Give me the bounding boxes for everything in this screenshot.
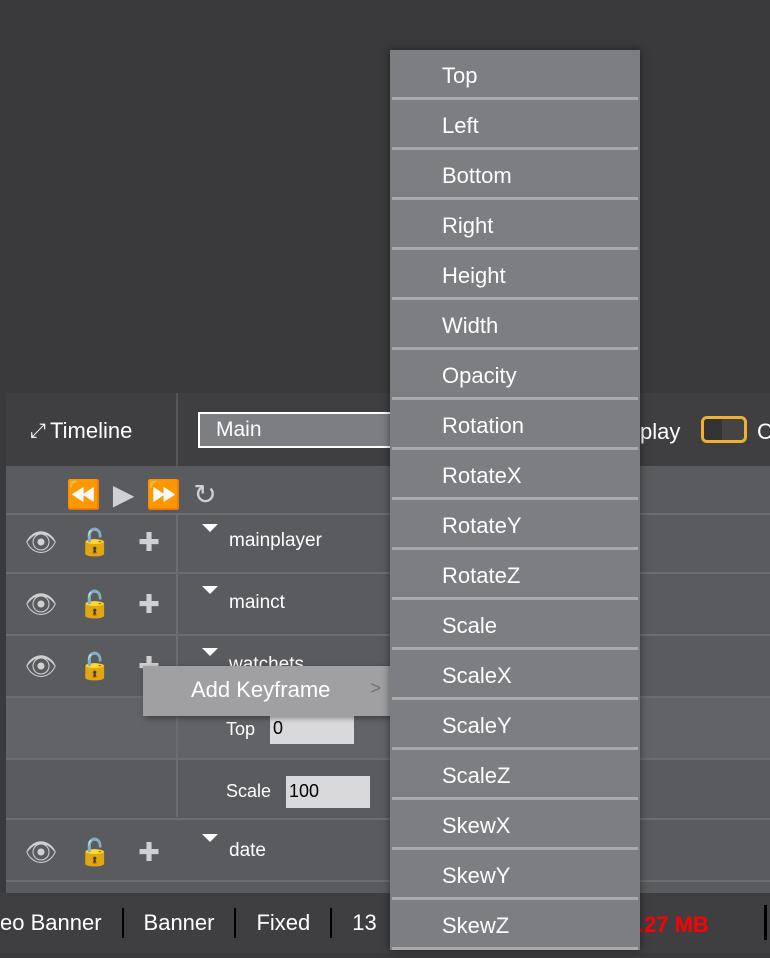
submenu-item-right[interactable]: Right: [392, 200, 638, 250]
scale-input[interactable]: 100: [286, 776, 370, 808]
expand-icon[interactable]: ⤢: [30, 420, 46, 443]
layer-name[interactable]: date: [229, 840, 266, 862]
unlock-icon[interactable]: 🔓: [78, 527, 112, 558]
divider: [764, 905, 767, 940]
plus-icon[interactable]: ✚: [132, 589, 166, 620]
submenu-item-top[interactable]: Top: [392, 50, 638, 100]
property-label: Top: [226, 719, 256, 739]
plus-icon[interactable]: ✚: [132, 527, 166, 558]
submenu-item-scalez[interactable]: ScaleZ: [392, 750, 638, 800]
layer-controls: 👁 🔓 ✚: [24, 527, 166, 558]
unlock-icon[interactable]: 🔓: [78, 651, 112, 682]
submenu-item-skewy[interactable]: SkewY: [392, 850, 638, 900]
submenu-item-skewx[interactable]: SkewX: [392, 800, 638, 850]
keyframe-property-submenu: Top Left Bottom Right Height Width Opacity Rota…: [390, 50, 640, 950]
display-label: play: [640, 419, 681, 444]
layer-name[interactable]: mainplayer: [229, 530, 322, 552]
submenu-item-skewz[interactable]: SkewZ: [392, 900, 638, 950]
layer-controls: 👁 🔓 ✚: [24, 589, 166, 620]
fast-forward-icon[interactable]: ⏩: [146, 478, 181, 511]
eye-icon[interactable]: 👁: [24, 837, 58, 868]
unlock-icon[interactable]: 🔓: [78, 837, 112, 868]
layer-controls: 👁 🔓 ✚: [24, 837, 166, 868]
layer-name[interactable]: mainct: [229, 592, 285, 614]
submenu-item-rotatez[interactable]: RotateZ: [392, 550, 638, 600]
submenu-item-scaley[interactable]: ScaleY: [392, 700, 638, 750]
playback-controls: ⏪ ▶ ⏩ ↻: [66, 478, 217, 511]
layer-name[interactable]: watchets: [229, 654, 304, 666]
submenu-item-rotatex[interactable]: RotateX: [392, 450, 638, 500]
submenu-arrow-icon: >: [370, 678, 381, 698]
submenu-item-width[interactable]: Width: [392, 300, 638, 350]
divider: [176, 393, 178, 466]
collapse-triangle-icon[interactable]: [202, 524, 218, 532]
rewind-icon[interactable]: ⏪: [66, 478, 101, 511]
status-item: eo Banner: [0, 910, 102, 935]
play-icon[interactable]: ▶: [113, 478, 135, 511]
display-toggle[interactable]: [701, 416, 747, 443]
submenu-item-rotatey[interactable]: RotateY: [392, 500, 638, 550]
property-label: Scale: [226, 781, 272, 801]
eye-icon[interactable]: 👁: [24, 651, 58, 682]
c-label: C: [757, 419, 770, 444]
eye-icon[interactable]: 👁: [24, 527, 58, 558]
collapse-triangle-icon[interactable]: [202, 834, 218, 842]
plus-icon[interactable]: ✚: [132, 837, 166, 868]
collapse-triangle-icon[interactable]: [202, 648, 218, 656]
scene-select[interactable]: Main: [198, 412, 398, 448]
submenu-item-left[interactable]: Left: [392, 100, 638, 150]
context-menu-add-keyframe[interactable]: Add Keyframe >: [143, 666, 393, 716]
top-input[interactable]: 0: [270, 716, 354, 744]
submenu-item-rotation[interactable]: Rotation: [392, 400, 638, 450]
collapse-triangle-icon[interactable]: [202, 586, 218, 594]
status-item: Banner: [143, 910, 215, 935]
submenu-item-bottom[interactable]: Bottom: [392, 150, 638, 200]
property-row: [6, 760, 770, 820]
add-keyframe-label: Add Keyframe: [191, 677, 331, 702]
status-item: Fixed: [256, 910, 311, 935]
submenu-item-height[interactable]: Height: [392, 250, 638, 300]
eye-icon[interactable]: 👁: [24, 589, 58, 620]
timeline-title[interactable]: ⤢ Timeline: [30, 418, 132, 444]
submenu-item-opacity[interactable]: Opacity: [392, 350, 638, 400]
unlock-icon[interactable]: 🔓: [78, 589, 112, 620]
timeline-title-text: Timeline: [50, 418, 133, 443]
status-item: 13: [352, 910, 377, 935]
reload-icon[interactable]: ↻: [193, 478, 216, 511]
submenu-item-scalex[interactable]: ScaleX: [392, 650, 638, 700]
submenu-item-scale[interactable]: Scale: [392, 600, 638, 650]
